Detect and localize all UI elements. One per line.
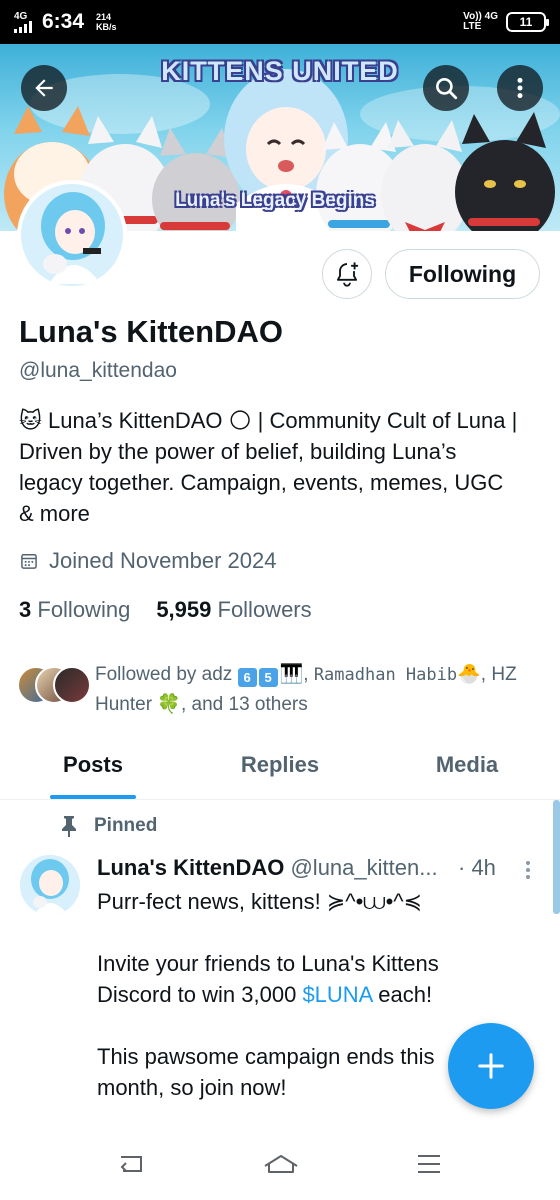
scrollbar[interactable] [553, 800, 560, 914]
separator: , [480, 664, 487, 685]
speed-value: 214 [96, 12, 112, 22]
calendar-icon [21, 554, 37, 569]
search-icon [436, 78, 458, 100]
arrow-left-icon [35, 79, 53, 97]
followers-count-label: Followers [217, 597, 312, 622]
system-navigation-bar [0, 1128, 560, 1200]
search-button[interactable] [423, 65, 469, 111]
following-count: 3 [19, 597, 32, 622]
plus-icon [478, 1053, 504, 1079]
post-line-2: Invite your friends to Luna's Kittens Di… [97, 948, 487, 1010]
active-tab-indicator [50, 795, 136, 799]
followed-by-suffix: , and 13 others [180, 694, 308, 715]
chick-icon: 🐣 [457, 664, 481, 685]
followed-by-text: Followed by adz 6 5 🎹, Ramadhan Habib🐣, HZ… [95, 660, 535, 719]
profile-avatar[interactable] [17, 180, 127, 290]
piano-icon: 🎹 [279, 664, 304, 685]
volte-bottom: LTE [463, 21, 482, 32]
followed-by-prefix: Followed by adz [95, 664, 233, 685]
post-line-2-end: each! [372, 982, 433, 1007]
volte-indicator: Vo)) 4G LTE [463, 12, 498, 32]
network-speed: 214 KB/s [96, 12, 117, 32]
pinned-label: Pinned [94, 815, 158, 836]
keycap-6-icon: 6 [237, 668, 257, 687]
pin-icon [62, 816, 76, 837]
tab-posts-label: Posts [63, 752, 123, 777]
post-author-name[interactable]: Luna's KittenDAO [97, 855, 284, 880]
notifications-button[interactable] [322, 249, 372, 299]
tab-media[interactable]: Media [374, 740, 560, 799]
followers-count-link[interactable]: 5,959 Followers [156, 597, 311, 623]
clover-icon: 🍀 [157, 694, 181, 715]
post-timestamp[interactable]: · 4h [458, 855, 496, 881]
speed-unit: KB/s [96, 22, 117, 32]
keycap-5-icon: 5 [258, 668, 278, 687]
signal-icon [14, 20, 32, 33]
back-button[interactable] [21, 65, 67, 111]
profile-handle: @luna_kittendao [19, 359, 177, 382]
post-avatar-artwork [20, 855, 80, 915]
following-count-label: Following [37, 597, 131, 622]
follow-counts: 3 Following 5,959 Followers [19, 597, 312, 623]
post-author-handle[interactable]: @luna_kitten... [290, 855, 437, 880]
home-nav-icon[interactable] [261, 1152, 301, 1176]
joined-date: Joined November 2024 [19, 548, 276, 574]
profile-bio: 🐱 Luna’s KittenDAO 🌕 | Community Cult of… [19, 408, 518, 526]
battery-level: 11 [519, 15, 533, 29]
separator: , [303, 664, 309, 685]
status-bar: 4G 6:34 214 KB/s Vo)) 4G LTE 11 [0, 0, 560, 44]
network-indicator: 4G [14, 10, 32, 33]
following-button[interactable]: Following [385, 249, 540, 299]
banner-title: KITTENS UNITED [161, 56, 399, 86]
post-line-3: This pawsome campaign ends this month, s… [97, 1044, 435, 1100]
followed-by-avatars [17, 666, 93, 706]
cashtag-link[interactable]: $LUNA [302, 982, 372, 1007]
followers-count: 5,959 [156, 597, 212, 622]
pinned-indicator: Pinned [60, 815, 157, 837]
followed-by[interactable]: Followed by adz 6 5 🎹, Ramadhan Habib🐣, HZ… [17, 660, 535, 719]
profile-tabs: Posts Replies Media [0, 740, 560, 800]
network-type: 4G [14, 10, 28, 22]
tab-replies[interactable]: Replies [186, 740, 374, 799]
post-line-1: Purr-fect news, kittens! ≽^•⩊•^≼ [97, 889, 423, 914]
post-body[interactable]: Purr-fect news, kittens! ≽^•⩊•^≼ Invite … [97, 886, 487, 1134]
display-name: Luna's KittenDAO [19, 314, 283, 349]
more-options-button[interactable] [497, 65, 543, 111]
follower-avatar [53, 666, 91, 704]
more-vertical-icon [517, 77, 523, 99]
tab-posts[interactable]: Posts [0, 740, 186, 799]
post-author-avatar[interactable] [20, 855, 80, 915]
avatar-artwork [21, 184, 123, 286]
back-nav-icon[interactable] [117, 1152, 147, 1176]
menu-nav-icon[interactable] [415, 1153, 443, 1175]
tab-media-label: Media [435, 752, 499, 777]
battery-icon: 11 [506, 12, 549, 32]
compose-post-button[interactable] [448, 1023, 534, 1109]
post-more-icon[interactable] [520, 858, 536, 882]
post-header: Luna's KittenDAO @luna_kitten... [97, 855, 517, 881]
joined-text: Joined November 2024 [49, 548, 277, 573]
bell-plus-icon [336, 262, 359, 287]
follower-name-ramadhan: Ramadhan Habib [313, 665, 458, 685]
tab-replies-label: Replies [240, 752, 320, 777]
clock: 6:34 [42, 10, 85, 33]
following-count-link[interactable]: 3 Following [19, 597, 130, 623]
